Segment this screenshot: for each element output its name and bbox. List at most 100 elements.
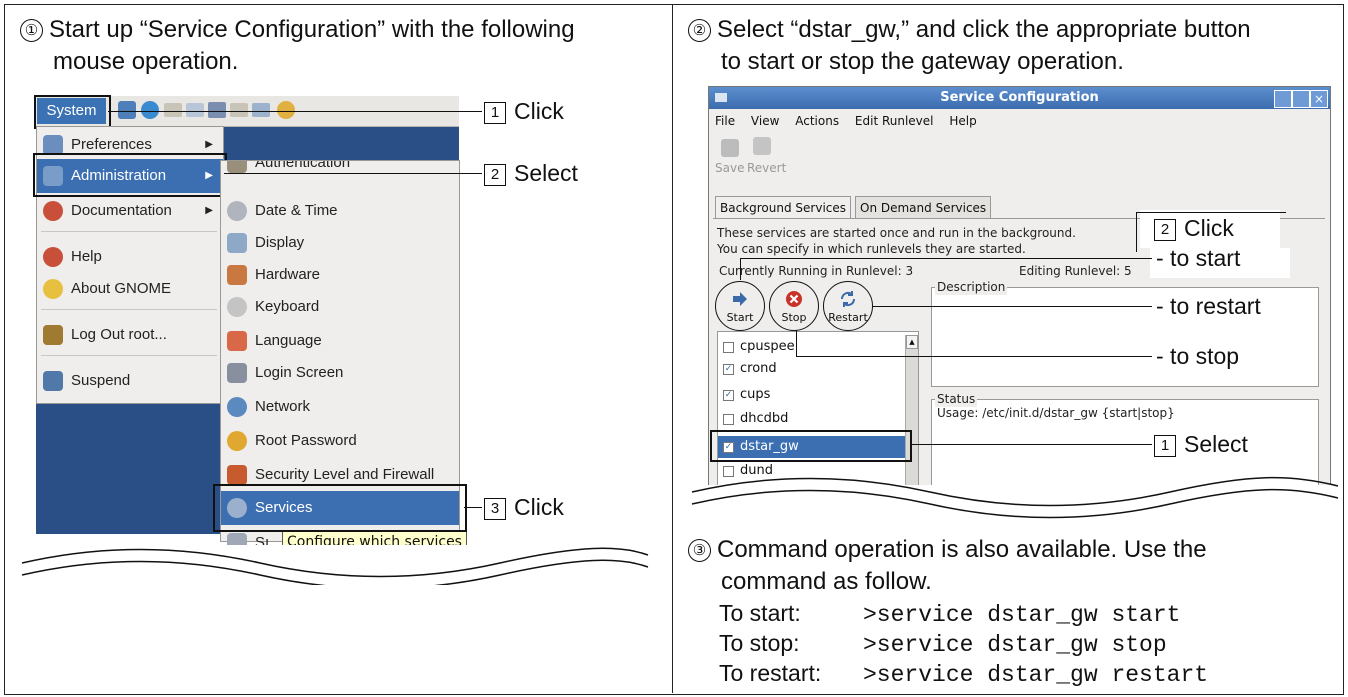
help-icon (43, 247, 63, 267)
network-icon (227, 397, 247, 417)
menu-view[interactable]: View (751, 114, 779, 128)
login-screen-icon (227, 363, 247, 383)
window-menubar: File View Actions Edit Runlevel Help (715, 111, 989, 131)
menu-item-suspend[interactable]: Suspend (37, 365, 223, 397)
keyboard-icon (227, 297, 247, 317)
restart-icon (840, 291, 856, 307)
menu-separator (41, 231, 217, 232)
submenu-item-date-time[interactable]: Date & Time (221, 195, 459, 227)
info-line-1: These services are started once and run … (717, 226, 1076, 240)
step-1-number: ① (20, 19, 43, 42)
callout-line (910, 444, 1152, 445)
menu-item-documentation[interactable]: Documentation ▶ (37, 195, 223, 227)
preferences-icon (43, 135, 63, 155)
checkbox[interactable] (723, 342, 734, 353)
menu-edit-runlevel[interactable]: Edit Runlevel (855, 114, 934, 128)
command-stop: To stop: >service dstar_gw stop (719, 630, 1167, 658)
services-highlight-box (213, 484, 467, 532)
editing-runlevel: Editing Runlevel: 5 (1019, 264, 1132, 278)
logout-icon (43, 325, 63, 345)
service-row-dhcdbd[interactable]: dhcdbd (718, 408, 908, 430)
callout-line (464, 507, 482, 508)
left-cut-wave (21, 547, 649, 585)
window-menu-icon[interactable] (715, 93, 727, 102)
menu-item-about-gnome[interactable]: About GNOME (37, 273, 223, 305)
menu-item-help[interactable]: Help (37, 241, 223, 273)
service-row-cpuspeed[interactable]: cpuspee (718, 336, 908, 358)
service-row-crond[interactable]: ✓ crond (718, 358, 908, 380)
window-controls: × (1274, 90, 1328, 108)
minimize-icon[interactable] (1274, 90, 1292, 108)
submenu-item-keyboard[interactable]: Keyboard (221, 291, 459, 323)
submenu-item-language[interactable]: Language (221, 325, 459, 357)
step-3-text: ③ Command operation is also available. Us… (688, 534, 1207, 598)
clock-icon (227, 201, 247, 221)
revert-button-label[interactable]: Revert (747, 160, 786, 176)
status-text: Usage: /etc/init.d/dstar_gw {start|stop} (937, 406, 1175, 420)
submenu-item-login-screen[interactable]: Login Screen (221, 357, 459, 389)
start-arrow-icon (733, 292, 747, 306)
stop-icon (786, 291, 802, 307)
callout-click-system: 1 Click (484, 97, 564, 125)
submenu-item-display[interactable]: Display (221, 227, 459, 259)
callout-click-buttons: 2 Click (1154, 214, 1234, 242)
administration-highlight-box (33, 153, 227, 197)
command-start: To start: >service dstar_gw start (719, 600, 1181, 628)
step-2-number: ② (688, 19, 711, 42)
language-flag-icon (227, 331, 247, 351)
submenu-item-network[interactable]: Network (221, 391, 459, 423)
display-icon (227, 233, 247, 253)
step-3-number: ③ (688, 539, 711, 562)
right-cut-wave (691, 476, 1339, 519)
callout-to-restart: - to restart (1156, 293, 1261, 319)
close-icon[interactable]: × (1310, 90, 1328, 108)
submenu-item-root-password[interactable]: Root Password (221, 425, 459, 457)
callout-line (872, 306, 1152, 307)
services-list: cpuspee ✓ crond ✓ cups dhcdbd ✓ dstar_gw du… (717, 331, 919, 485)
menu-separator (41, 309, 217, 310)
checkbox[interactable] (723, 414, 734, 425)
start-button[interactable]: Start (715, 281, 765, 331)
scroll-up-arrow-icon[interactable]: ▲ (906, 335, 918, 349)
checkbox[interactable]: ✓ (723, 364, 734, 375)
callout-line (224, 173, 482, 174)
firewall-icon (227, 465, 247, 485)
menu-separator (41, 355, 217, 356)
menu-file[interactable]: File (715, 114, 735, 128)
authentication-icon (227, 161, 247, 173)
menu-item-logout[interactable]: Log Out root... (37, 319, 223, 351)
callout-to-start: - to start (1156, 245, 1241, 271)
revert-icon[interactable] (753, 137, 771, 155)
submenu-item-hardware[interactable]: Hardware (221, 259, 459, 291)
save-icon[interactable] (721, 139, 739, 157)
save-button-label[interactable]: Save (715, 160, 744, 176)
info-line-2: You can specify in which runlevels they … (717, 242, 1026, 256)
step-1-text: ① Start up “Service Configuration” with t… (20, 14, 575, 78)
callout-line (108, 111, 482, 112)
service-row-cups[interactable]: ✓ cups (718, 384, 908, 406)
callout-to-stop: - to stop (1156, 343, 1240, 369)
window-title: Service Configuration (709, 87, 1330, 109)
menu-actions[interactable]: Actions (795, 114, 839, 128)
menu-help[interactable]: Help (949, 114, 976, 128)
documentation-icon (43, 201, 63, 221)
stop-button[interactable]: Stop (769, 281, 819, 331)
step-2-text: ② Select “dstar_gw,” and click the approp… (688, 14, 1251, 78)
root-password-icon (227, 431, 247, 451)
submenu-item-authentication[interactable]: Authentication (221, 161, 459, 183)
service-configuration-window: Service Configuration × File View Action… (708, 86, 1331, 486)
dstar-gw-highlight-box (710, 430, 912, 462)
callout-select-dstar-gw: 1 Select (1154, 430, 1248, 458)
callout-line (796, 356, 1152, 357)
column-divider (672, 4, 673, 693)
restart-button[interactable]: Restart (823, 281, 873, 331)
tab-on-demand-services[interactable]: On Demand Services (855, 196, 992, 219)
gnome-foot-icon (43, 279, 63, 299)
hardware-icon (227, 265, 247, 285)
description-label: Description (935, 279, 1008, 295)
services-scrollbar[interactable] (905, 335, 918, 485)
tab-background-services[interactable]: Background Services (715, 196, 852, 219)
command-restart: To restart: >service dstar_gw restart (719, 660, 1209, 688)
checkbox[interactable]: ✓ (723, 390, 734, 401)
maximize-icon[interactable] (1292, 90, 1310, 108)
